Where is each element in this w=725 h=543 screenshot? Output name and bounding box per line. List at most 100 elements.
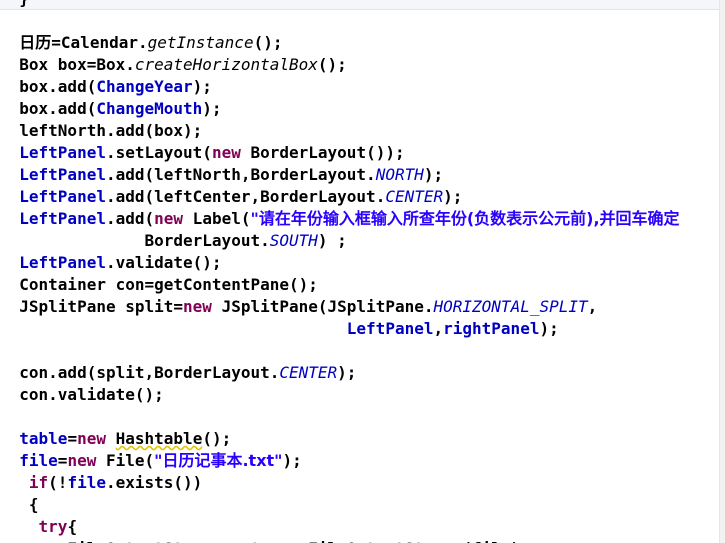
code-token: JSplitPane(JSplitPane.: [211, 297, 434, 316]
code-token: File(: [96, 451, 155, 470]
code-token: ();: [253, 33, 283, 52]
code-token: LeftPanel: [19, 165, 106, 184]
code-token: LeftPanel: [19, 209, 106, 228]
code-token: Hashtable: [115, 429, 203, 448]
code-token: con.add(split,BorderLayout.: [0, 363, 280, 382]
code-line[interactable]: }: [0, 0, 680, 10]
code-token: LeftPanel: [19, 187, 106, 206]
code-token: try: [38, 517, 68, 536]
code-token: new: [77, 429, 106, 448]
code-line[interactable]: 日历=Calendar.getInstance();: [0, 32, 680, 54]
code-token: file: [19, 451, 58, 470]
code-token: getInstance: [147, 33, 254, 52]
code-token: .add(: [105, 209, 155, 228]
code-token: =Calendar.: [51, 33, 148, 52]
code-token: JSplitPane split=: [0, 297, 184, 316]
code-token: 日历: [19, 33, 52, 52]
code-line[interactable]: box.add(ChangeYear);: [0, 76, 680, 98]
code-token: HORIZONTAL_SPLIT: [433, 297, 588, 316]
code-line[interactable]: Container con=getContentPane();: [0, 274, 680, 296]
code-line[interactable]: {: [0, 494, 680, 516]
code-token: .setLayout(: [105, 143, 212, 162]
code-token: );: [192, 77, 212, 96]
code-token: CENTER: [385, 187, 444, 206]
code-line[interactable]: LeftPanel.add(leftNorth,BorderLayout.NOR…: [0, 164, 680, 186]
code-token: }: [0, 0, 29, 8]
code-token: table: [19, 429, 68, 448]
code-line[interactable]: file=new File("日历记事本.txt");: [0, 450, 680, 472]
code-token: createHorizontalBox: [134, 55, 318, 74]
code-line[interactable]: if(!file.exists()): [0, 472, 680, 494]
code-token: new: [67, 451, 97, 470]
code-token: box.add(: [0, 99, 97, 118]
code-token: NORTH: [375, 165, 424, 184]
code-line[interactable]: JSplitPane split=new JSplitPane(JSplitPa…: [0, 296, 680, 318]
code-token: if: [28, 473, 49, 492]
code-line[interactable]: con.add(split,BorderLayout.CENTER);: [0, 362, 680, 384]
code-line[interactable]: table=new Hashtable();: [0, 428, 680, 450]
code-line[interactable]: [0, 406, 680, 428]
code-line[interactable]: BorderLayout.SOUTH) ;: [0, 230, 680, 252]
code-token: CENTER: [279, 363, 338, 382]
code-token: SOUTH: [269, 231, 318, 250]
code-token: {: [0, 495, 39, 514]
code-token: new: [154, 209, 184, 228]
code-token: "日历记事本.txt": [154, 451, 283, 470]
code-line[interactable]: con.validate();: [0, 384, 680, 406]
code-token: =: [57, 451, 68, 470]
code-line[interactable]: try{: [0, 516, 680, 538]
code-token: rightPanel: [443, 319, 540, 338]
code-token: ChangeYear: [96, 77, 193, 96]
code-line[interactable]: leftNorth.add(box);: [0, 120, 680, 142]
code-token: leftNorth.add(box);: [0, 121, 203, 140]
code-token: LeftPanel: [346, 319, 434, 338]
code-line[interactable]: LeftPanel.validate();: [0, 252, 680, 274]
code-token: (!: [48, 473, 68, 492]
code-token: ChangeMouth: [96, 99, 203, 118]
code-token: "请在年份输入框输入所查年份(负数表示公元前),并回车确定: [250, 209, 680, 228]
overview-ruler: [719, 0, 725, 543]
code-line[interactable]: FileOutputStream out=new FileOutputStrea…: [0, 538, 680, 543]
code-token: ();: [202, 429, 232, 448]
code-line[interactable]: [0, 10, 680, 32]
code-line[interactable]: LeftPanel.setLayout(new BorderLayout());: [0, 142, 680, 164]
code-editor[interactable]: } 日历=Calendar.getInstance(); Box box=Box…: [0, 0, 725, 543]
code-token: .add(leftCenter,BorderLayout.: [105, 187, 386, 206]
code-token: FileOutputStream out=new FileOutputStrea…: [0, 539, 529, 543]
code-line[interactable]: [0, 340, 680, 362]
code-line[interactable]: LeftPanel.add(leftCenter,BorderLayout.CE…: [0, 186, 680, 208]
code-token: LeftPanel: [19, 143, 106, 162]
code-token: );: [539, 319, 559, 338]
code-token: ,: [587, 297, 598, 316]
code-line[interactable]: Box box=Box.createHorizontalBox();: [0, 54, 680, 76]
code-token: file: [67, 473, 106, 492]
code-line[interactable]: box.add(ChangeMouth);: [0, 98, 680, 120]
code-token: .add(leftNorth,BorderLayout.: [105, 165, 376, 184]
code-token: );: [337, 363, 357, 382]
code-text-area[interactable]: } 日历=Calendar.getInstance(); Box box=Box…: [0, 0, 680, 543]
code-token: LeftPanel: [19, 253, 106, 272]
code-token: BorderLayout());: [240, 143, 405, 162]
code-token: BorderLayout.: [0, 231, 270, 250]
code-token: );: [202, 99, 222, 118]
code-token: .validate();: [105, 253, 222, 272]
code-token: ();: [317, 55, 347, 74]
code-token: =: [67, 429, 78, 448]
code-token: Label(: [183, 209, 251, 228]
code-line[interactable]: LeftPanel.add(new Label("请在年份输入框输入所查年份(负…: [0, 208, 680, 230]
code-line[interactable]: LeftPanel,rightPanel);: [0, 318, 680, 340]
code-token: Box box=Box.: [0, 55, 135, 74]
code-token: ) ;: [317, 231, 347, 250]
